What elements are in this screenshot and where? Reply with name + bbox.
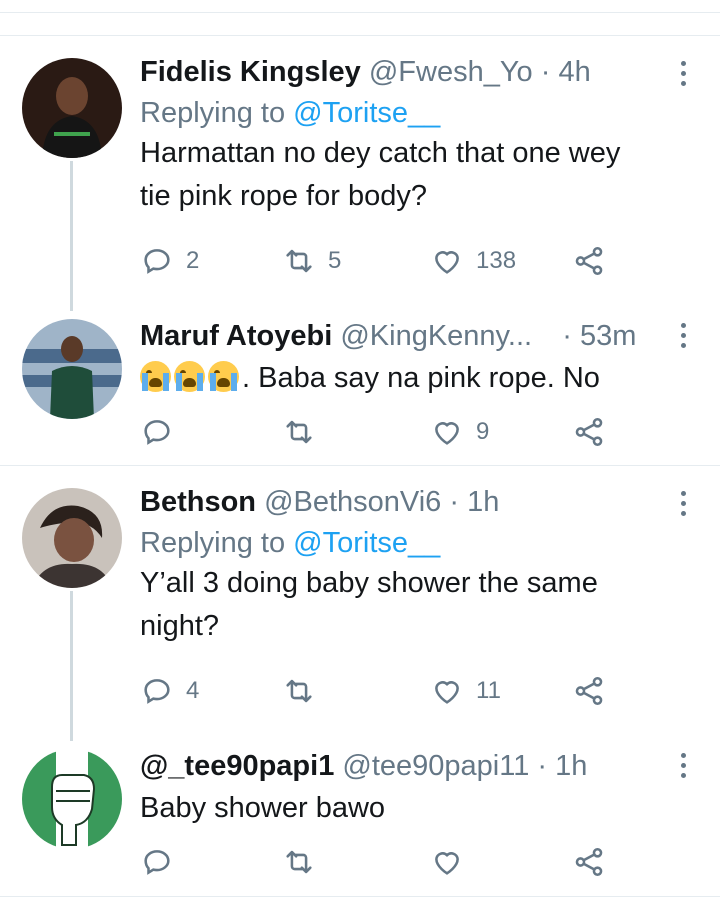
- tweet-text-line: Baby shower bawo: [140, 792, 386, 824]
- tweet-header: @_tee90papi1 @tee90papi11 · 1h: [140, 748, 680, 784]
- avatar[interactable]: [22, 58, 122, 158]
- retweet-count: 5: [328, 247, 342, 274]
- share-icon: [575, 417, 603, 447]
- share-icon: [575, 676, 603, 706]
- loudly-crying-face-icon: [174, 361, 205, 392]
- separator-dot: ·: [537, 750, 548, 782]
- like-icon: [435, 251, 459, 274]
- separator-dot: ·: [562, 320, 572, 352]
- retweet-icon: [286, 249, 312, 273]
- reply-icon: [144, 679, 170, 704]
- loudly-crying-face-icon: [140, 361, 171, 392]
- like-button[interactable]: [430, 842, 476, 882]
- display-name[interactable]: Maruf Atoyebi: [140, 320, 332, 352]
- like-count: 11: [476, 677, 501, 704]
- action-bar: [140, 842, 640, 882]
- more-icon[interactable]: [678, 491, 690, 521]
- avatar[interactable]: [22, 749, 122, 849]
- tweet-header: Maruf Atoyebi @KingKenny... · 53m: [140, 318, 680, 354]
- retweet-icon: [286, 420, 312, 444]
- more-icon[interactable]: [678, 61, 690, 91]
- tweet-text: Baby shower bawo: [140, 787, 680, 830]
- reply-button[interactable]: 4: [140, 671, 199, 711]
- retweet-button[interactable]: [282, 842, 328, 882]
- tweet-tee90papi1[interactable]: @_tee90papi1 @tee90papi11 · 1h Baby show…: [0, 731, 720, 896]
- timestamp[interactable]: 53m: [580, 320, 636, 352]
- like-button[interactable]: 138: [430, 241, 516, 281]
- retweet-button[interactable]: 5: [282, 241, 341, 281]
- timestamp[interactable]: 1h: [555, 750, 587, 782]
- reply-icon: [144, 420, 170, 445]
- share-icon: [575, 246, 603, 276]
- like-icon: [435, 852, 459, 875]
- share-button[interactable]: [572, 842, 606, 882]
- replying-to-mention[interactable]: @Toritse__: [293, 97, 440, 129]
- timestamp[interactable]: 4h: [558, 56, 590, 88]
- display-name[interactable]: @_tee90papi1: [140, 750, 334, 782]
- tweet-text-line: Harmattan no dey catch that one wey: [140, 137, 621, 169]
- reply-button[interactable]: [140, 412, 186, 452]
- display-name[interactable]: Fidelis Kingsley: [140, 56, 361, 88]
- display-name[interactable]: Bethson: [140, 486, 256, 518]
- replying-to: Replying to @Toritse__: [140, 525, 680, 561]
- like-button[interactable]: 9: [430, 412, 489, 452]
- tweet-text-line: tie pink rope for body?: [140, 180, 427, 212]
- retweet-icon: [286, 850, 312, 874]
- action-bar: 9: [140, 412, 640, 452]
- tweet-text-line: Y’all 3 doing baby shower the same: [140, 567, 598, 599]
- reply-button[interactable]: 2: [140, 241, 199, 281]
- separator-dot: ·: [449, 486, 460, 518]
- tweet-text: Y’all 3 doing baby shower the same night…: [140, 562, 680, 648]
- action-bar: 4 11: [140, 671, 640, 711]
- tweet-fidelis-kingsley[interactable]: Fidelis Kingsley @Fwesh_Yo · 4h Replying…: [0, 36, 720, 286]
- retweet-button[interactable]: [282, 671, 328, 711]
- user-handle[interactable]: @KingKenny...: [340, 320, 532, 352]
- tweet-maruf-atoyebi[interactable]: Maruf Atoyebi @KingKenny... · 53m . Baba…: [0, 301, 720, 464]
- reply-count: 4: [186, 677, 200, 704]
- thread-2: Bethson @BethsonVi6 · 1h Replying to @To…: [0, 465, 720, 897]
- like-count: 9: [476, 418, 490, 445]
- reply-icon: [144, 249, 170, 274]
- retweet-icon: [286, 679, 312, 703]
- tweet-header: Fidelis Kingsley @Fwesh_Yo · 4h: [140, 54, 680, 90]
- reply-icon: [144, 850, 170, 875]
- user-handle[interactable]: @tee90papi11: [342, 750, 529, 782]
- share-button[interactable]: [572, 412, 606, 452]
- tweet-text-line: night?: [140, 610, 220, 642]
- like-icon: [435, 681, 459, 704]
- replying-to-label: Replying to: [140, 97, 294, 129]
- replying-to-mention[interactable]: @Toritse__: [293, 527, 440, 559]
- user-handle[interactable]: @Fwesh_Yo: [369, 56, 533, 88]
- more-icon[interactable]: [678, 323, 690, 353]
- thread-1: Fidelis Kingsley @Fwesh_Yo · 4h Replying…: [0, 35, 720, 464]
- tweet-bethson[interactable]: Bethson @BethsonVi6 · 1h Replying to @To…: [0, 466, 720, 716]
- like-button[interactable]: 11: [430, 671, 501, 711]
- action-bar: 2 5 138: [140, 241, 640, 281]
- reply-button[interactable]: [140, 842, 186, 882]
- retweet-button[interactable]: [282, 412, 328, 452]
- share-icon: [575, 847, 603, 877]
- tweet-text: . Baba say na pink rope. No: [140, 357, 680, 400]
- timestamp[interactable]: 1h: [467, 486, 499, 518]
- tweet-text-line: . Baba say na pink rope. No: [242, 362, 600, 394]
- tweet-header: Bethson @BethsonVi6 · 1h: [140, 484, 680, 520]
- loudly-crying-face-icon: [208, 361, 239, 392]
- top-divider: [0, 12, 720, 13]
- more-icon[interactable]: [678, 753, 690, 783]
- like-icon: [435, 422, 459, 445]
- tweet-text: Harmattan no dey catch that one wey tie …: [140, 132, 680, 218]
- share-button[interactable]: [572, 671, 606, 711]
- replying-to-label: Replying to: [140, 527, 294, 559]
- avatar[interactable]: [22, 488, 122, 588]
- avatar[interactable]: [22, 319, 122, 419]
- separator-dot: ·: [540, 56, 551, 88]
- replying-to: Replying to @Toritse__: [140, 95, 680, 131]
- reply-count: 2: [186, 247, 200, 274]
- share-button[interactable]: [572, 241, 606, 281]
- user-handle[interactable]: @BethsonVi6: [264, 486, 441, 518]
- like-count: 138: [476, 247, 517, 274]
